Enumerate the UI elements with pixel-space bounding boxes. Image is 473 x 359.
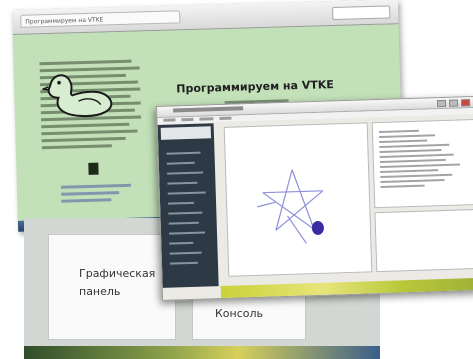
menu-item[interactable] (181, 117, 194, 122)
slide-left-label-line2: панель (79, 285, 121, 298)
minimize-icon[interactable] (436, 99, 447, 108)
sidebar-item[interactable] (168, 221, 199, 225)
sidebar-item[interactable] (167, 181, 198, 185)
browser-tab[interactable]: Программируем на VTKE (20, 10, 181, 28)
sidebar-item[interactable] (169, 251, 202, 255)
sidebar-item[interactable] (166, 161, 195, 165)
slide-right-label: Консоль (215, 307, 264, 320)
sidebar-header[interactable] (160, 126, 212, 140)
turtle-icon (311, 220, 324, 235)
maximize-icon[interactable] (448, 99, 459, 107)
star-turtle-drawing (257, 169, 324, 244)
browser-search-box[interactable] (332, 5, 391, 21)
close-icon[interactable] (460, 99, 471, 107)
window-controls (436, 99, 471, 108)
code-editor-panel[interactable] (371, 118, 473, 209)
sidebar-item[interactable] (167, 191, 206, 195)
ide-status-bar (220, 277, 473, 299)
taskbar-strip (24, 346, 380, 359)
menu-item[interactable] (163, 118, 176, 122)
slide-left-label-line1: Графическая (79, 267, 156, 280)
slide-graphics-panel[interactable]: Графическая панель (48, 234, 176, 340)
ide-title (173, 106, 244, 113)
sidebar-item[interactable] (168, 231, 206, 235)
sidebar-item[interactable] (168, 211, 203, 215)
ide-window (156, 95, 473, 301)
menu-item[interactable] (199, 117, 214, 121)
footer-links[interactable] (60, 183, 132, 207)
sidebar-item[interactable] (167, 171, 204, 175)
console-output-panel[interactable] (374, 208, 473, 273)
sidebar-item[interactable] (169, 241, 194, 245)
duck-illustration (41, 74, 113, 118)
ide-sidebar (157, 123, 219, 288)
sidebar-item[interactable] (168, 201, 195, 205)
menu-item[interactable] (219, 116, 232, 121)
sidebar-item[interactable] (166, 151, 201, 155)
sidebar-item[interactable] (169, 261, 198, 265)
graphics-canvas[interactable] (223, 122, 373, 277)
logo-icon (88, 162, 99, 175)
page-heading: Программируем на VTKE (176, 78, 334, 96)
